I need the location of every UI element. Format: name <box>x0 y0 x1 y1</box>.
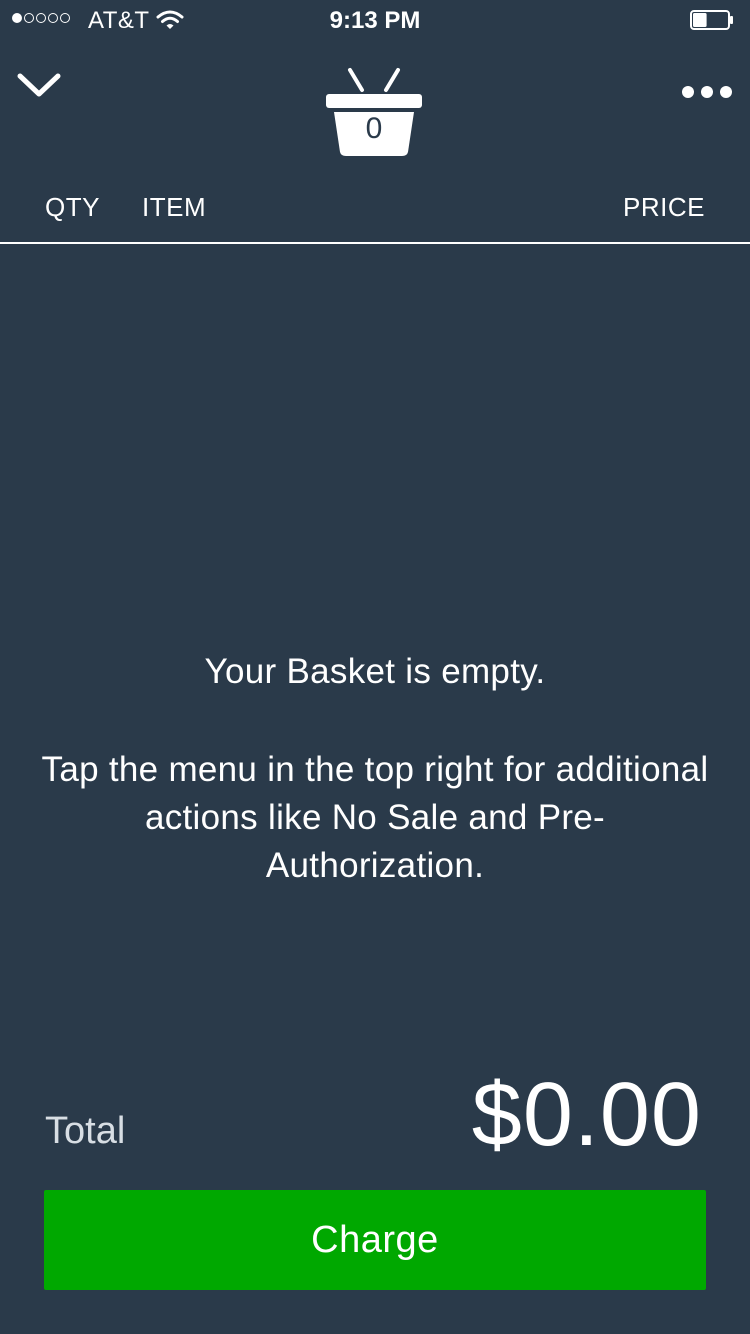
column-headers: QTY ITEM PRICE <box>0 180 750 244</box>
empty-basket-hint: Tap the menu in the top right for additi… <box>41 750 709 885</box>
column-header-price: PRICE <box>623 192 705 222</box>
status-time: 9:13 PM <box>329 7 421 34</box>
basket-header: 0 <box>0 40 750 180</box>
more-dots-icon[interactable] <box>680 80 734 104</box>
column-header-item: ITEM <box>142 192 207 222</box>
battery-icon <box>690 10 733 30</box>
chevron-down-icon[interactable] <box>16 70 62 100</box>
status-bar: AT&T 9:13 PM <box>0 0 750 40</box>
basket-count: 0 <box>365 112 383 145</box>
total-label: Total <box>45 1110 126 1152</box>
total-amount: $0.00 <box>471 1065 702 1165</box>
charge-button[interactable]: Charge <box>44 1190 706 1290</box>
basket-button[interactable]: 0 <box>322 62 426 158</box>
empty-basket-title: Your Basket is empty. <box>204 652 546 691</box>
column-header-qty: QTY <box>45 192 100 222</box>
